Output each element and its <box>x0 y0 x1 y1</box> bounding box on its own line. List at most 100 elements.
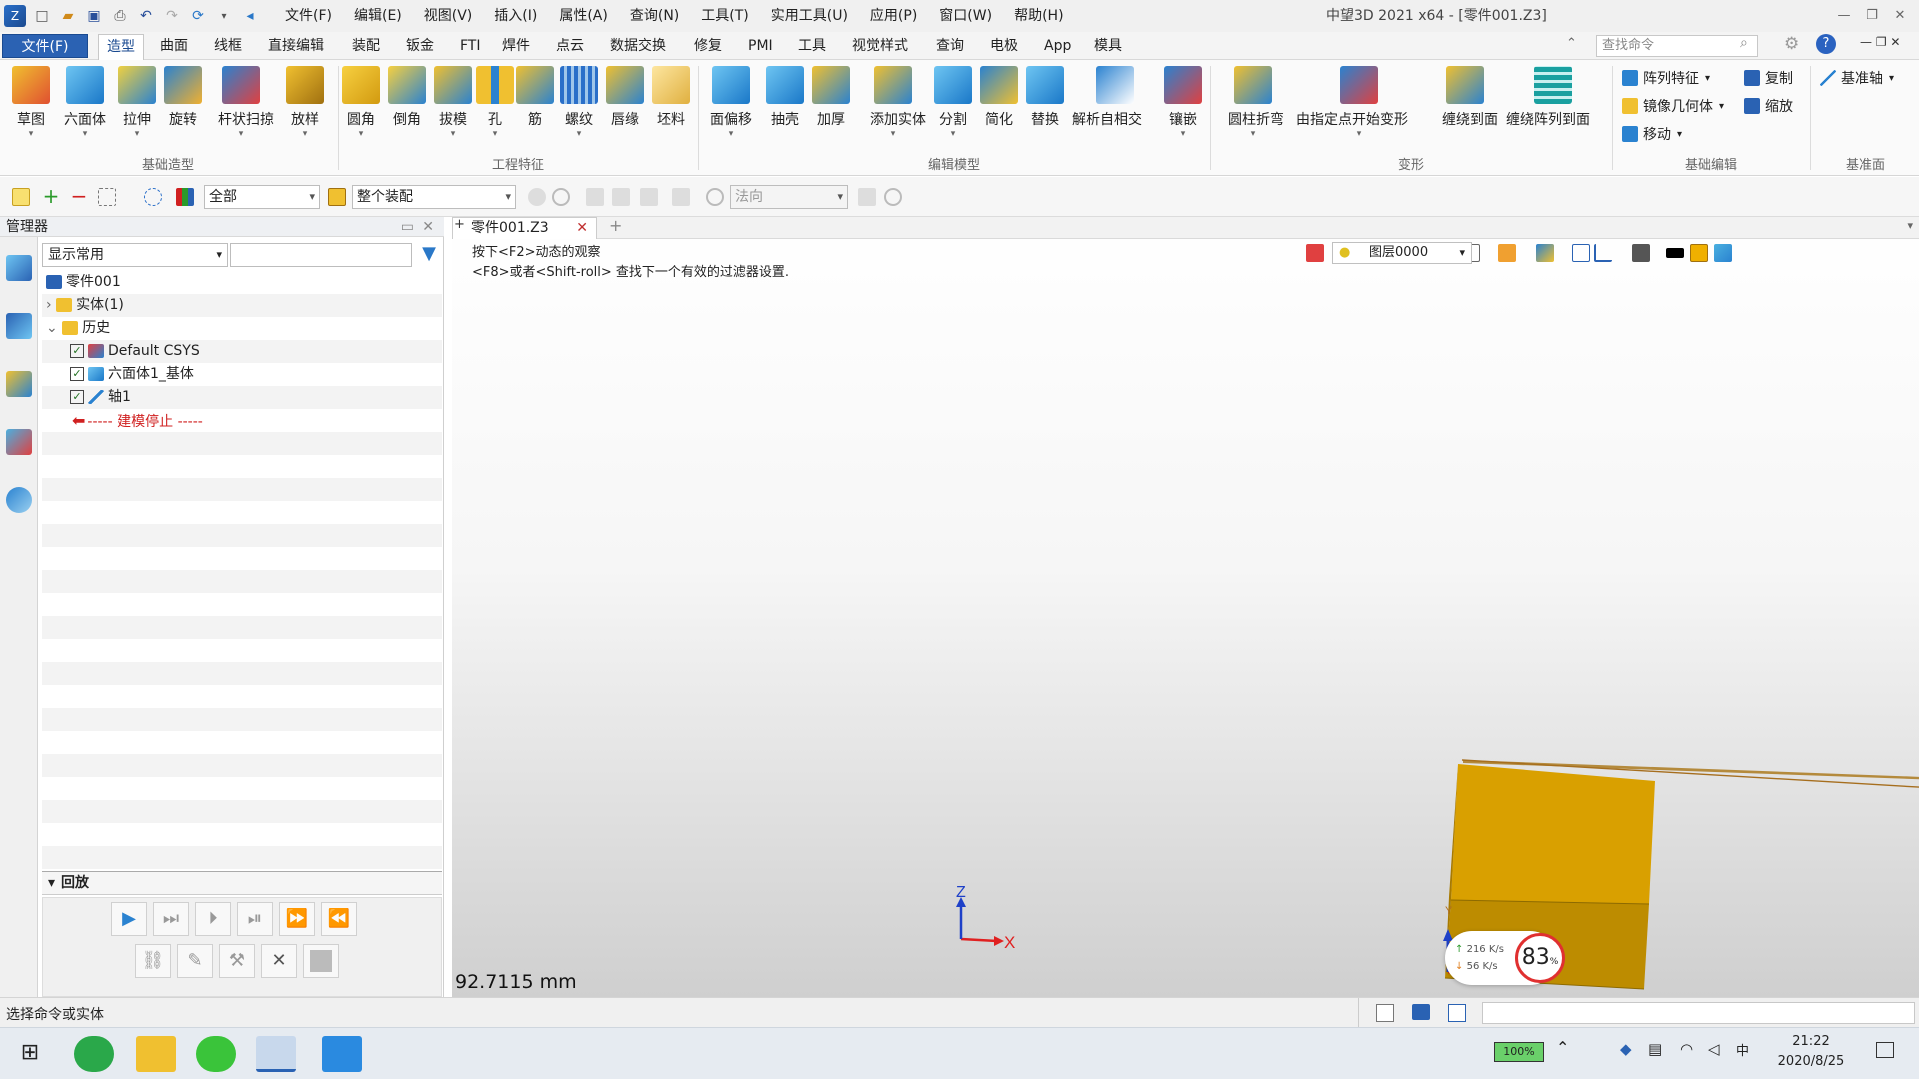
undo-icon[interactable]: ↶ <box>136 6 156 26</box>
ime-icon[interactable]: 中 <box>1736 1040 1749 1059</box>
dropdown-icon[interactable]: ▾ <box>214 6 234 26</box>
menu-edit[interactable]: 编辑(E) <box>343 0 413 32</box>
scale-button[interactable]: 缩放 <box>1744 96 1793 116</box>
filter-color-icon[interactable] <box>176 188 194 206</box>
tab-visual-style[interactable]: 视觉样式 <box>844 34 916 60</box>
visibility-checkbox[interactable]: ✓ <box>70 390 84 404</box>
tab-weldment[interactable]: 焊件 <box>494 34 538 60</box>
menu-query[interactable]: 查询(N) <box>619 0 690 32</box>
window-icon[interactable] <box>1448 1004 1466 1022</box>
tab-pointcloud[interactable]: 点云 <box>548 34 592 60</box>
thicken-button[interactable]: 加厚 <box>808 64 854 129</box>
tab-direct-edit[interactable]: 直接编辑 <box>260 34 332 60</box>
tab-assembly[interactable]: 装配 <box>344 34 388 60</box>
file-menu-button[interactable]: 文件(F) <box>2 34 88 58</box>
menu-file[interactable]: 文件(F) <box>274 0 343 32</box>
add-solid-button[interactable]: 添加实体 ▾ <box>870 64 926 139</box>
tab-sheetmetal[interactable]: 钣金 <box>398 34 442 60</box>
tree-solid[interactable]: › 实体(1) <box>42 294 442 317</box>
user-icon[interactable] <box>6 487 32 513</box>
volume-icon[interactable]: ◁ <box>1708 1040 1720 1058</box>
extrude-button[interactable]: 拉伸 ▾ <box>114 64 160 139</box>
search-icon[interactable]: ⌕ <box>1740 35 1748 51</box>
part-view-icon[interactable] <box>6 371 32 397</box>
visibility-checkbox[interactable]: ✓ <box>70 367 84 381</box>
refresh-icon[interactable]: ⟳ <box>188 6 208 26</box>
wechat-icon[interactable] <box>196 1036 236 1072</box>
step-forward-icon[interactable]: ⏭ <box>153 902 189 936</box>
wrap-pattern-button[interactable]: 缠绕阵列到面 <box>1506 64 1590 129</box>
step-into-icon[interactable]: ⏵ <box>195 902 231 936</box>
playback-header[interactable]: ▾ 回放 <box>42 871 442 895</box>
command-input[interactable] <box>1482 1002 1915 1024</box>
wifi-icon[interactable]: ◠ <box>1680 1040 1693 1058</box>
menu-view[interactable]: 视图(V) <box>413 0 484 32</box>
panel-layout-icon[interactable] <box>1376 1004 1394 1022</box>
tree-item-csys[interactable]: ✓ Default CSYS <box>42 340 442 363</box>
rewind-icon[interactable]: ⏪ <box>321 902 357 936</box>
sketch-button[interactable]: 草图 ▾ <box>8 64 54 139</box>
close-panel-icon[interactable]: ✕ <box>422 217 434 237</box>
tree-history[interactable]: ⌄ 历史 <box>42 317 442 340</box>
self-intersect-button[interactable]: 解析自相交 <box>1072 64 1142 129</box>
menu-attribute[interactable]: 属性(A) <box>548 0 619 32</box>
print-icon[interactable]: ⎙ <box>110 6 130 26</box>
move-button[interactable]: 移动 ▾ <box>1622 124 1682 144</box>
tab-tools[interactable]: 工具 <box>790 34 834 60</box>
file-explorer-icon[interactable] <box>136 1036 176 1072</box>
tree-stop-marker[interactable]: ⬅ ----- 建模停止 ----- <box>42 409 442 432</box>
tray-app-icon[interactable]: ◆ <box>1620 1040 1632 1058</box>
visibility-checkbox[interactable]: ✓ <box>70 344 84 358</box>
pattern-feature-button[interactable]: 阵列特征 ▾ <box>1622 68 1710 88</box>
delete-icon[interactable]: ✕ <box>261 944 297 978</box>
datum-axis-button[interactable]: 基准轴 ▾ <box>1820 68 1894 88</box>
tab-app[interactable]: App <box>1036 34 1079 60</box>
open-file-icon[interactable]: ▰ <box>58 6 78 26</box>
settings-gear-icon[interactable]: ⚙ <box>1784 34 1799 54</box>
fast-forward-icon[interactable]: ⏩ <box>279 902 315 936</box>
command-search-input[interactable]: 查找命令 <box>1596 35 1758 57</box>
sweep-button[interactable]: 杆状扫掠 ▾ <box>218 64 274 139</box>
menu-apps[interactable]: 应用(P) <box>859 0 928 32</box>
loft-button[interactable]: 放样 ▾ <box>282 64 328 139</box>
tab-electrode[interactable]: 电极 <box>982 34 1026 60</box>
back-icon[interactable]: ◂ <box>240 6 260 26</box>
chamfer-button[interactable]: 倒角 <box>384 64 430 129</box>
tab-wireframe[interactable]: 线框 <box>206 34 250 60</box>
split-button[interactable]: 分割 ▾ <box>930 64 976 139</box>
tab-repair[interactable]: 修复 <box>686 34 730 60</box>
shell-button[interactable]: 抽壳 <box>762 64 808 129</box>
funnel-filter-icon[interactable]: ▼ <box>418 245 440 265</box>
save-icon[interactable]: ▣ <box>84 6 104 26</box>
tab-data-exchange[interactable]: 数据交换 <box>602 34 674 60</box>
windows-start-icon[interactable]: ⊞ <box>10 1036 50 1072</box>
doc-window-controls[interactable]: — ❐ ✕ <box>1860 35 1900 49</box>
collapse-ribbon-icon[interactable]: ⌃ <box>1566 36 1577 51</box>
cylinder-bend-button[interactable]: 圆柱折弯 ▾ <box>1228 64 1284 139</box>
zw3d-task-icon[interactable] <box>256 1036 296 1072</box>
tab-pmi[interactable]: PMI <box>740 34 781 60</box>
box-top-face[interactable] <box>1451 764 1655 904</box>
redo-icon[interactable]: ↷ <box>162 6 182 26</box>
tab-query[interactable]: 查询 <box>928 34 972 60</box>
tree-item-box[interactable]: ✓ 六面体1_基体 <box>42 363 442 386</box>
history-manager-icon[interactable] <box>6 255 32 281</box>
tab-fti[interactable]: FTI <box>452 34 489 60</box>
fillet-button[interactable]: 圆角 ▾ <box>338 64 384 139</box>
display-filter-select[interactable]: 显示常用 <box>42 243 228 267</box>
model-canvas[interactable]: X Y X Z <box>452 217 1919 997</box>
browser-icon[interactable] <box>74 1036 114 1072</box>
menu-window[interactable]: 窗口(W) <box>928 0 1003 32</box>
notification-icon[interactable] <box>1876 1042 1894 1058</box>
filter-all-select[interactable]: 全部 <box>204 185 320 209</box>
assembly-scope-select[interactable]: 整个装配 <box>352 185 516 209</box>
assembly-icon[interactable] <box>328 188 346 206</box>
block-icon[interactable] <box>303 944 339 978</box>
emboss-button[interactable]: 镶嵌 ▾ <box>1160 64 1206 139</box>
tab-surface[interactable]: 曲面 <box>152 34 196 60</box>
clock-time[interactable]: 21:22 <box>1776 1034 1846 1049</box>
box-select-icon[interactable] <box>98 188 116 206</box>
rib-button[interactable]: 筋 <box>512 64 558 129</box>
tool-icon[interactable]: ⚒ <box>219 944 255 978</box>
network-speed-widget[interactable]: ↑ 216 K/s ↓ 56 K/s 83% <box>1445 931 1565 985</box>
